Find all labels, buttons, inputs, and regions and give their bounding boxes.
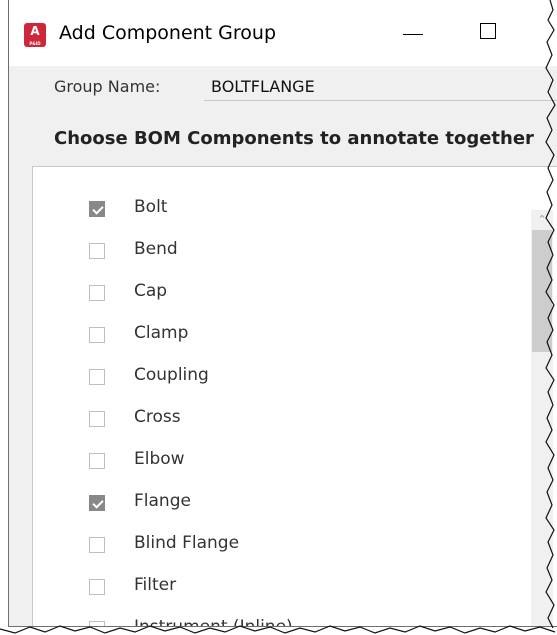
maximize-button[interactable] (473, 20, 507, 46)
list-item[interactable]: Cap (33, 279, 513, 309)
add-component-group-dialog: A P&ID Add Component Group Group Name: C… (8, 0, 557, 627)
component-label: Coupling (134, 365, 209, 385)
component-checkbox[interactable] (89, 201, 105, 217)
list-item[interactable]: Instrument (Inline) (33, 615, 513, 627)
component-checkbox[interactable] (89, 327, 105, 343)
vertical-scrollbar[interactable]: ⌃ ⌄ (531, 210, 553, 626)
title-bar[interactable]: A P&ID Add Component Group (9, 0, 557, 66)
list-item[interactable]: Clamp (33, 321, 513, 351)
list-item[interactable]: Bend (33, 237, 513, 267)
group-name-input[interactable] (204, 73, 557, 101)
scroll-down-arrow-icon[interactable]: ⌄ (531, 618, 553, 626)
list-item[interactable]: Blind Flange (33, 531, 513, 561)
component-label: Elbow (134, 449, 185, 469)
component-label: Bend (134, 239, 178, 259)
component-label: Filter (134, 575, 177, 595)
list-item[interactable]: Bolt (33, 195, 513, 225)
minimize-button[interactable] (397, 20, 431, 46)
app-icon-letter: A (30, 24, 40, 38)
component-label: Cap (134, 281, 168, 301)
app-icon-sub: P&ID (29, 41, 41, 46)
component-label: Clamp (134, 323, 189, 343)
component-label: Blind Flange (134, 533, 240, 553)
component-label: Flange (134, 491, 191, 511)
component-checkbox[interactable] (89, 243, 105, 259)
dialog-content: Group Name: Choose BOM Components to ann… (9, 66, 557, 627)
component-checkbox[interactable] (89, 621, 105, 626)
group-name-label: Group Name: (54, 77, 161, 96)
list-item[interactable]: Flange (33, 489, 513, 519)
section-title: Choose BOM Components to annotate togeth… (54, 128, 534, 149)
list-item[interactable]: Filter (33, 573, 513, 603)
list-item[interactable]: Coupling (33, 363, 513, 393)
component-checkbox[interactable] (89, 579, 105, 595)
component-checkbox[interactable] (89, 411, 105, 427)
bom-components-list[interactable]: Bolt Bend Cap Clamp Coupling Cross Elbow Flange… (32, 166, 557, 627)
component-checkbox[interactable] (89, 285, 105, 301)
app-icon: A P&ID (24, 23, 46, 47)
component-checkbox[interactable] (89, 537, 105, 553)
component-label: Instrument (Inline) (134, 617, 293, 627)
component-checkbox[interactable] (89, 453, 105, 469)
scroll-thumb[interactable] (532, 230, 552, 352)
list-item[interactable]: Cross (33, 405, 513, 435)
scroll-up-arrow-icon[interactable]: ⌃ (531, 210, 553, 230)
component-label: Cross (134, 407, 181, 427)
list-item[interactable]: Elbow (33, 447, 513, 477)
component-checkbox[interactable] (89, 369, 105, 385)
window-title: Add Component Group (59, 22, 277, 44)
component-checkbox[interactable] (89, 495, 105, 511)
component-label: Bolt (134, 197, 168, 217)
